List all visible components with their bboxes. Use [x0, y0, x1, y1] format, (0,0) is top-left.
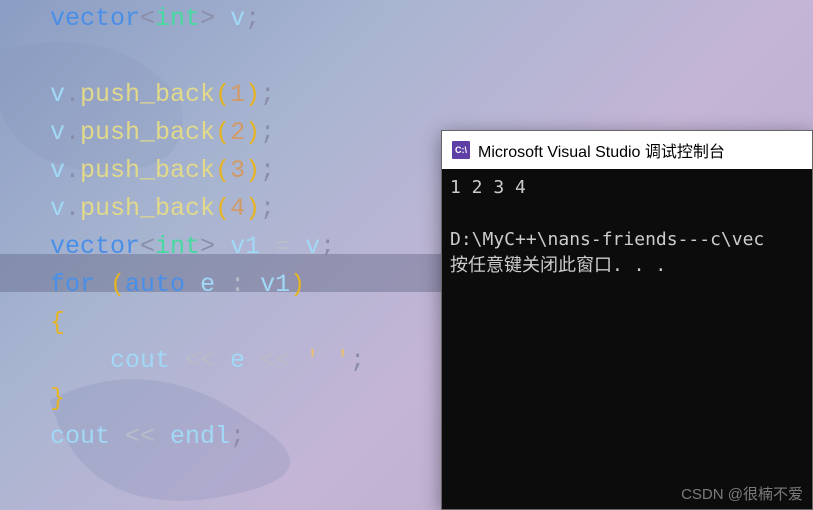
code-line-4: v.push_back(2);	[50, 118, 275, 147]
console-title: Microsoft Visual Studio 调试控制台	[478, 138, 725, 162]
debug-console-window[interactable]: C:\ Microsoft Visual Studio 调试控制台 1 2 3 …	[441, 130, 813, 510]
console-icon: C:\	[452, 141, 470, 159]
code-line-10: cout << e << ' ';	[50, 346, 365, 375]
console-output-line-3: D:\MyC++\nans-friends---c\vec	[450, 229, 764, 250]
code-line-8: for (auto e : v1)	[50, 270, 305, 299]
code-line-9: {	[50, 308, 65, 337]
code-line-1: vector<int> v;	[50, 4, 260, 33]
console-output-line-1: 1 2 3 4	[450, 177, 526, 198]
code-line-6: v.push_back(4);	[50, 194, 275, 223]
code-line-3: v.push_back(1);	[50, 80, 275, 109]
code-line-5: v.push_back(3);	[50, 156, 275, 185]
code-line-12: cout << endl;	[50, 422, 245, 451]
console-output-line-4: 按任意键关闭此窗口. . .	[450, 255, 666, 276]
code-line-11: }	[50, 384, 65, 413]
watermark: CSDN @很楠不爱	[681, 483, 803, 504]
console-titlebar[interactable]: C:\ Microsoft Visual Studio 调试控制台	[442, 131, 812, 169]
code-line-7: vector<int> v1 = v;	[50, 232, 335, 261]
console-output[interactable]: 1 2 3 4 D:\MyC++\nans-friends---c\vec 按任…	[442, 169, 812, 509]
